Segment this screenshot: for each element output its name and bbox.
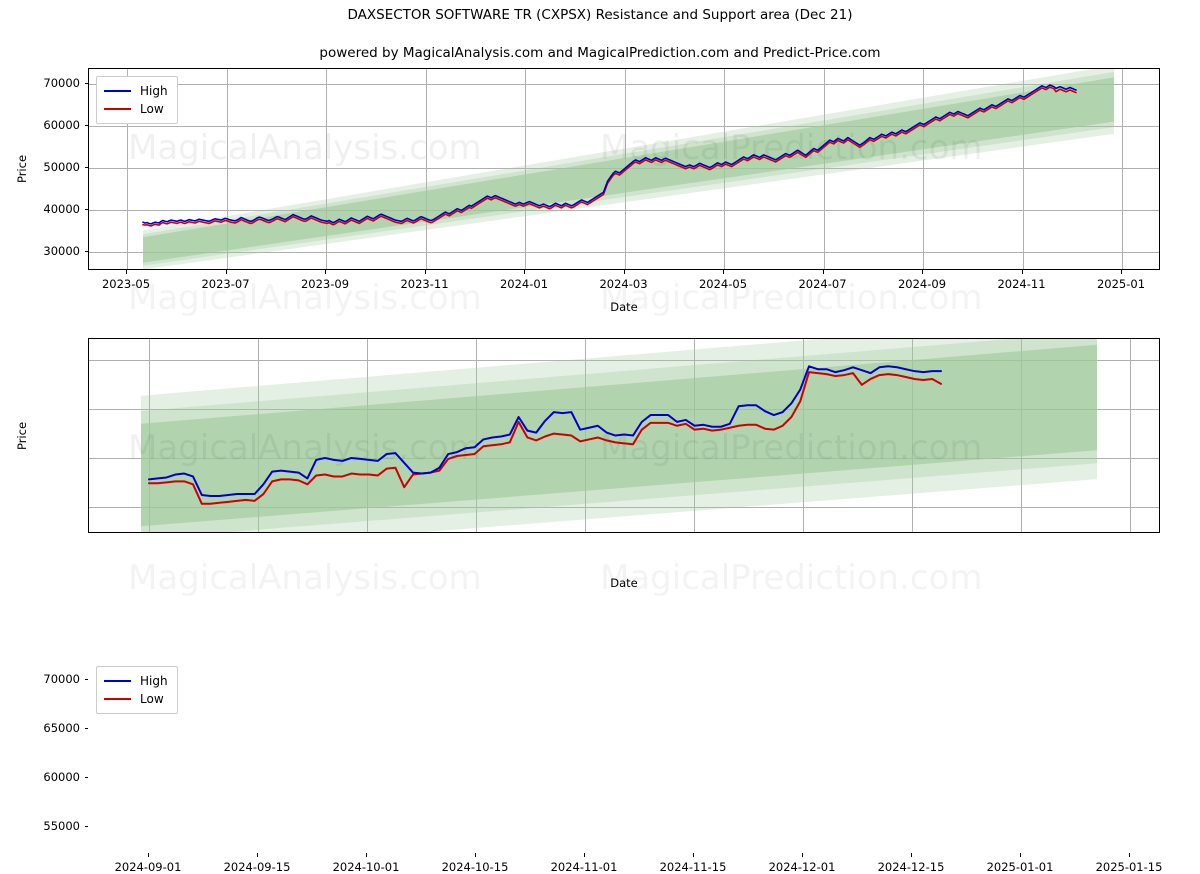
x-tick-label: 2024-07 — [798, 277, 847, 291]
top-x-axis-label: Date — [610, 300, 638, 314]
y-tick-mark — [84, 825, 88, 827]
series-line-high — [148, 365, 942, 497]
bottom-y-axis-label: Price — [15, 421, 29, 451]
bottom-legend[interactable]: High Low — [96, 666, 178, 714]
x-tick-mark — [1021, 270, 1023, 274]
x-tick-mark — [257, 853, 258, 857]
x-tick-mark — [524, 270, 525, 274]
top-y-axis-label: Price — [15, 154, 29, 184]
x-tick-mark — [911, 853, 912, 857]
chart-figure: DAXSECTOR SOFTWARE TR (CXPSX) Resistance… — [0, 0, 1200, 874]
y-tick-label: 70000 — [43, 75, 80, 90]
x-tick-mark — [802, 853, 803, 857]
y-tick-mark — [84, 124, 88, 126]
y-tick-mark — [84, 208, 88, 210]
x-tick-label: 2025-01-15 — [1095, 860, 1163, 874]
x-tick-label: 2025-01 — [1096, 277, 1146, 291]
x-tick-label: 2023-09 — [300, 277, 350, 291]
y-tick-mark — [84, 776, 88, 778]
y-tick-mark — [84, 82, 88, 84]
x-tick-mark — [475, 853, 476, 857]
y-tick-mark — [84, 679, 88, 681]
x-tick-label: 2023-11 — [400, 277, 449, 291]
x-tick-label: 2024-09 — [897, 277, 947, 291]
legend-swatch-icon — [104, 698, 131, 700]
x-tick-mark — [1020, 853, 1021, 857]
x-tick-label: 2023-05 — [101, 277, 151, 291]
x-tick-mark — [584, 853, 585, 857]
x-tick-label: 2024-01 — [499, 277, 549, 291]
y-tick-mark — [84, 166, 88, 168]
legend-label: High — [140, 674, 168, 688]
y-tick-label: 60000 — [43, 117, 80, 132]
series-line-low — [142, 86, 1077, 227]
x-tick-label: 2024-05 — [698, 277, 748, 291]
watermark-left-bottom-2: MagicalAnalysis.com — [128, 558, 482, 598]
x-tick-mark — [126, 270, 127, 274]
x-tick-label: 2024-10-01 — [332, 860, 400, 874]
top-chart-panel: MagicalAnalysis.com MagicalPrediction.co… — [0, 0, 1200, 320]
x-tick-mark — [693, 853, 694, 857]
y-tick-label: 55000 — [43, 818, 80, 833]
x-tick-mark — [1129, 853, 1130, 857]
legend-label: Low — [140, 692, 164, 706]
legend-swatch-icon — [104, 90, 131, 92]
x-tick-label: 2025-01-01 — [986, 860, 1054, 874]
x-tick-mark — [424, 270, 426, 274]
x-tick-label: 2024-09-01 — [114, 860, 182, 874]
top-legend[interactable]: High Low — [96, 76, 178, 124]
series-line-low — [148, 371, 942, 505]
bottom-series-group — [148, 365, 942, 505]
y-tick-label: 30000 — [43, 244, 80, 259]
x-tick-label: 2024-10-15 — [441, 860, 509, 874]
legend-item-high[interactable]: High — [104, 672, 168, 690]
legend-label: Low — [140, 102, 164, 116]
x-tick-mark — [822, 270, 824, 274]
bottom-plot-area — [88, 338, 1160, 533]
x-tick-label: 2024-11-15 — [659, 860, 727, 874]
x-tick-label: 2024-12-15 — [877, 860, 945, 874]
bottom-chart-panel: MagicalAnalysis.com MagicalPrediction.co… — [0, 320, 1200, 874]
y-tick-mark — [84, 728, 88, 730]
x-tick-label: 2024-09-15 — [223, 860, 291, 874]
top-series-group — [142, 84, 1077, 227]
x-tick-mark — [723, 270, 724, 274]
x-tick-label: 2024-11 — [997, 277, 1046, 291]
x-tick-mark — [366, 853, 367, 857]
legend-swatch-icon — [104, 108, 131, 110]
x-tick-label: 2023-07 — [201, 277, 250, 291]
legend-item-high[interactable]: High — [104, 82, 168, 100]
x-tick-mark — [325, 270, 326, 274]
legend-item-low[interactable]: Low — [104, 690, 168, 708]
x-tick-mark — [148, 853, 149, 857]
y-tick-label: 65000 — [43, 721, 80, 736]
x-tick-mark — [623, 270, 625, 274]
legend-label: High — [140, 84, 168, 98]
top-plot-area — [88, 68, 1160, 270]
x-tick-label: 2024-03 — [599, 277, 648, 291]
y-tick-label: 70000 — [43, 672, 80, 687]
x-tick-label: 2024-11-01 — [550, 860, 618, 874]
watermark-right-bottom-2: MagicalPrediction.com — [600, 558, 983, 598]
y-tick-label: 50000 — [43, 159, 80, 174]
legend-item-low[interactable]: Low — [104, 100, 168, 118]
x-tick-mark — [225, 270, 227, 274]
x-tick-mark — [1121, 270, 1122, 274]
y-tick-label: 60000 — [43, 769, 80, 784]
y-tick-mark — [84, 251, 88, 253]
y-tick-label: 40000 — [43, 201, 80, 216]
x-tick-label: 2024-12-01 — [768, 860, 836, 874]
series-line-high — [142, 84, 1077, 225]
legend-swatch-icon — [104, 680, 131, 682]
x-tick-mark — [922, 270, 923, 274]
bottom-x-axis-label: Date — [610, 576, 638, 590]
